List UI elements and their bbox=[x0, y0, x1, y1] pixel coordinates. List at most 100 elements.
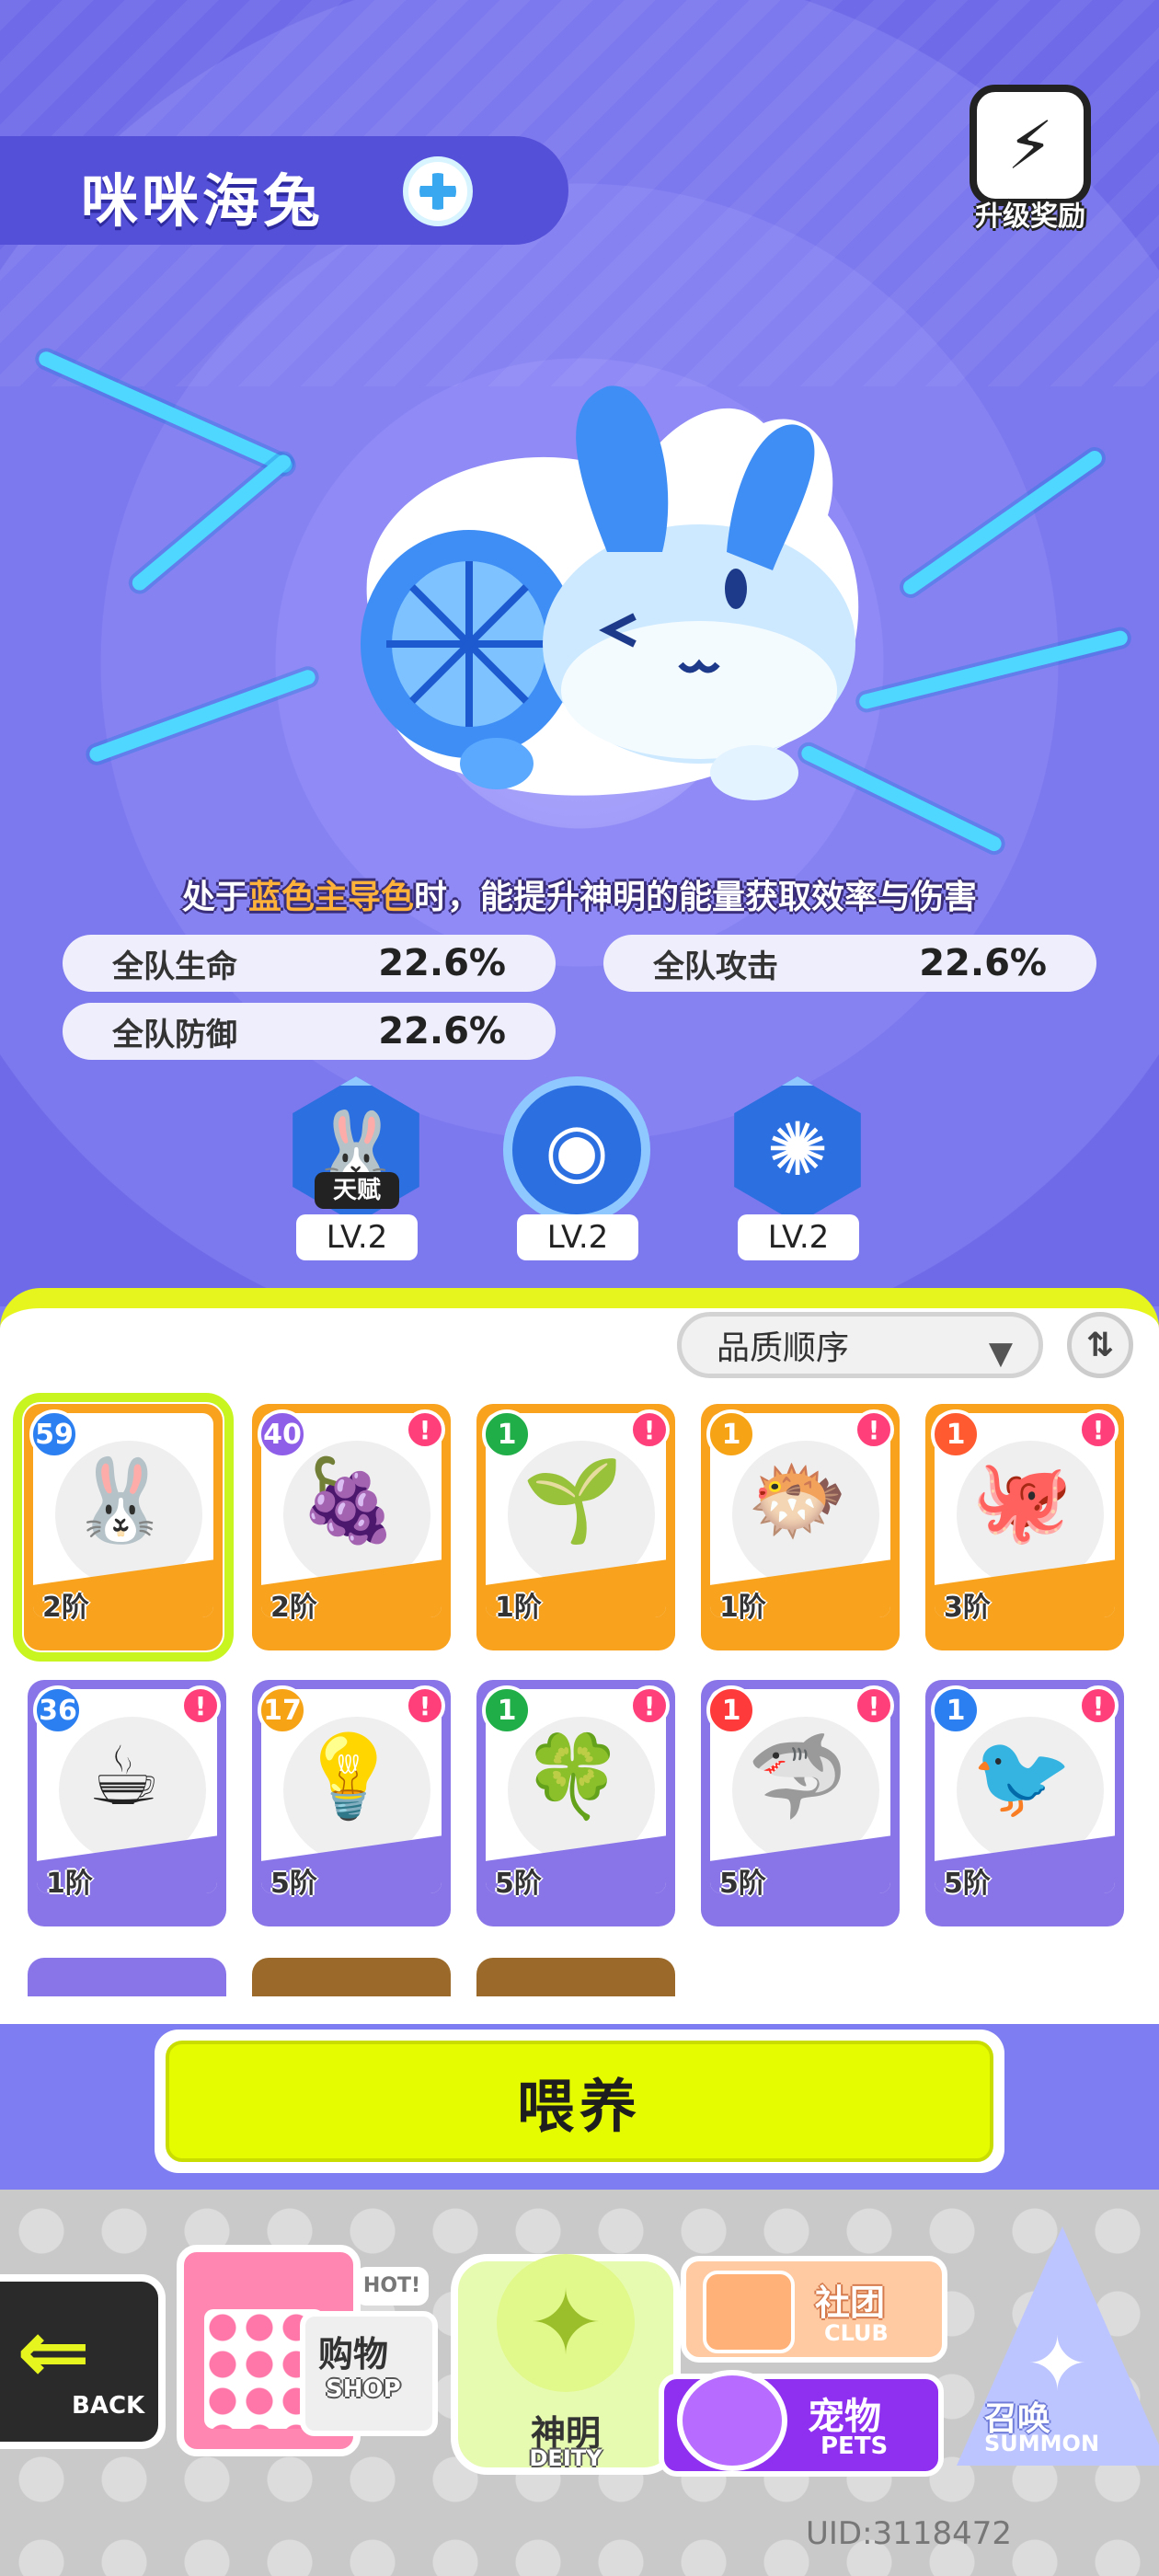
sprout-icon: 🍀 bbox=[522, 1729, 624, 1823]
pet-card[interactable]: 🐙 1 ! 3阶 bbox=[925, 1404, 1124, 1650]
rank-label: 1阶 bbox=[495, 1592, 542, 1624]
blue-bird-icon: 🐦 bbox=[971, 1729, 1073, 1823]
alert-icon: ! bbox=[854, 1409, 894, 1450]
feed-button-frame: 喂养 bbox=[155, 2030, 1004, 2173]
nav-pets-label-en: PETS bbox=[820, 2432, 889, 2460]
golden-puffer-icon: 🐡 bbox=[747, 1453, 848, 1547]
nav-shop[interactable]: HOT! 购物 SHOP bbox=[162, 2208, 438, 2484]
level-badge: 59 bbox=[29, 1409, 79, 1459]
rank-label: 5阶 bbox=[719, 1868, 766, 1900]
feed-button[interactable]: 喂养 bbox=[166, 2041, 993, 2162]
alert-icon: ! bbox=[629, 1409, 670, 1450]
back-label: BACK bbox=[72, 2392, 145, 2420]
stat-team-hp: 全队生命 22.6% bbox=[63, 935, 556, 992]
rank-label: 5阶 bbox=[495, 1868, 542, 1900]
alert-icon: ! bbox=[1078, 1685, 1119, 1726]
level-badge: 1 bbox=[482, 1409, 532, 1459]
nav-deity-label-en: DEITY bbox=[529, 2445, 602, 2471]
user-id: UID:3118472 bbox=[806, 2515, 1012, 2552]
pet-card[interactable]: ☕ 36 ! 1阶 bbox=[28, 1680, 226, 1926]
nav-shop-label: 购物 bbox=[318, 2334, 389, 2375]
nav-club-label: 社团 bbox=[815, 2283, 886, 2323]
star-icon: ✦ bbox=[1027, 2321, 1089, 2407]
rank-label: 2阶 bbox=[42, 1592, 89, 1624]
cup-spirit-icon: ☕ bbox=[87, 1729, 161, 1823]
back-button[interactable]: ⇐ BACK bbox=[0, 2274, 166, 2449]
stat-team-attack: 全队攻击 22.6% bbox=[603, 935, 1096, 992]
pet-ability-description: 处于蓝色主导色时，能提升神明的能量获取效率与伤害 bbox=[181, 879, 978, 916]
alert-icon: ! bbox=[1078, 1409, 1119, 1450]
rank-label: 5阶 bbox=[944, 1868, 991, 1900]
deity-icon: ✦ bbox=[497, 2254, 635, 2392]
level-badge: 17 bbox=[258, 1685, 307, 1735]
nav-club[interactable]: 社团 CLUB bbox=[681, 2256, 947, 2363]
level-badge: 1 bbox=[706, 1409, 756, 1459]
upgrade-reward-icon: ⚡ bbox=[970, 85, 1091, 206]
stat-team-defense: 全队防御 22.6% bbox=[63, 1003, 556, 1060]
pet-card[interactable]: 💡 17 ! 5阶 bbox=[252, 1680, 451, 1926]
alert-icon: ! bbox=[629, 1685, 670, 1726]
stat-label: 全队攻击 bbox=[653, 948, 778, 985]
level-badge: 36 bbox=[33, 1685, 83, 1735]
alert-icon: ! bbox=[854, 1685, 894, 1726]
level-badge: 1 bbox=[706, 1685, 756, 1735]
grape-thunder-icon: 🍇 bbox=[298, 1453, 399, 1547]
pet-name: 咪咪海兔 bbox=[81, 167, 325, 235]
arrow-left-icon: ⇐ bbox=[17, 2300, 91, 2403]
nav-deity[interactable]: ✦ 神明 DEITY bbox=[451, 2217, 681, 2475]
angry-octopus-icon: 🐙 bbox=[971, 1453, 1073, 1547]
stat-value: 22.6% bbox=[919, 942, 1047, 984]
talent-tag: 天赋 bbox=[315, 1172, 399, 1209]
rank-label: 1阶 bbox=[46, 1868, 93, 1900]
hot-badge: HOT! bbox=[355, 2267, 429, 2306]
nav-club-label-en: CLUB bbox=[824, 2320, 889, 2346]
leaf-sprite-icon: 🌱 bbox=[522, 1453, 624, 1547]
pet-card[interactable]: 🦈 1 ! 5阶 bbox=[701, 1680, 900, 1926]
rank-label: 2阶 bbox=[270, 1592, 317, 1624]
skill-level: LV.2 bbox=[517, 1214, 638, 1260]
nav-shop-label-en: SHOP bbox=[326, 2375, 401, 2403]
skill-pom-pom[interactable]: ✺ LV.2 bbox=[719, 1076, 876, 1260]
water-element-icon[interactable] bbox=[403, 156, 473, 226]
stat-value: 22.6% bbox=[378, 942, 506, 984]
pet-card[interactable]: 🐡 1 ! 1阶 bbox=[701, 1404, 900, 1650]
stat-label: 全队防御 bbox=[112, 1016, 237, 1053]
nav-pets[interactable]: 宠物 PETS bbox=[659, 2370, 944, 2477]
upgrade-reward-label: 升级奖励 bbox=[975, 201, 1085, 233]
swap-arrows-icon: ⇅ bbox=[1085, 1326, 1115, 1364]
sort-order-toggle[interactable]: ⇅ bbox=[1067, 1312, 1133, 1378]
alert-icon: ! bbox=[180, 1685, 221, 1726]
chevron-down-icon: ▼ bbox=[988, 1335, 1013, 1372]
pet-card-partial[interactable] bbox=[28, 1958, 226, 1996]
sort-label: 品质顺序 bbox=[717, 1329, 850, 1367]
sort-dropdown[interactable]: 品质顺序 ▼ bbox=[677, 1312, 1043, 1378]
alert-icon: ! bbox=[405, 1685, 445, 1726]
red-shark-icon: 🦈 bbox=[747, 1729, 848, 1823]
lightbulb-icon: 💡 bbox=[298, 1729, 399, 1823]
level-badge: 1 bbox=[931, 1409, 981, 1459]
pet-card-partial[interactable] bbox=[476, 1958, 675, 1996]
rank-label: 1阶 bbox=[719, 1592, 766, 1624]
skill-level: LV.2 bbox=[296, 1214, 418, 1260]
bubble-icon: ◉ bbox=[503, 1076, 650, 1224]
pet-card[interactable]: 🍀 1 ! 5阶 bbox=[476, 1680, 675, 1926]
level-badge: 40 bbox=[258, 1409, 307, 1459]
pet-card[interactable]: 🌱 1 ! 1阶 bbox=[476, 1404, 675, 1650]
pet-card[interactable]: 🐦 1 ! 5阶 bbox=[925, 1680, 1124, 1926]
level-badge: 1 bbox=[931, 1685, 981, 1735]
sea-bunny-artwork bbox=[361, 385, 859, 800]
alert-icon: ! bbox=[405, 1409, 445, 1450]
stat-label: 全队生命 bbox=[112, 948, 237, 985]
skill-level: LV.2 bbox=[738, 1214, 859, 1260]
sea-bunny-icon: 🐰 bbox=[70, 1453, 171, 1547]
pet-card[interactable]: 🐰 59 2阶 bbox=[13, 1393, 234, 1662]
skill-talent[interactable]: 🐰 天赋 LV.2 bbox=[278, 1076, 434, 1260]
club-bag-icon bbox=[703, 2271, 795, 2353]
skill-bubble[interactable]: ◉ LV.2 bbox=[499, 1076, 655, 1260]
nav-summon[interactable]: ✦ 召唤 SUMMON bbox=[947, 2226, 1159, 2484]
upgrade-reward-button[interactable]: ⚡ 升级奖励 bbox=[957, 85, 1104, 233]
pom-pom-icon: ✺ bbox=[734, 1076, 861, 1224]
level-badge: 1 bbox=[482, 1685, 532, 1735]
pet-card-partial[interactable] bbox=[252, 1958, 451, 1996]
pet-card[interactable]: 🍇 40 ! 2阶 bbox=[252, 1404, 451, 1650]
